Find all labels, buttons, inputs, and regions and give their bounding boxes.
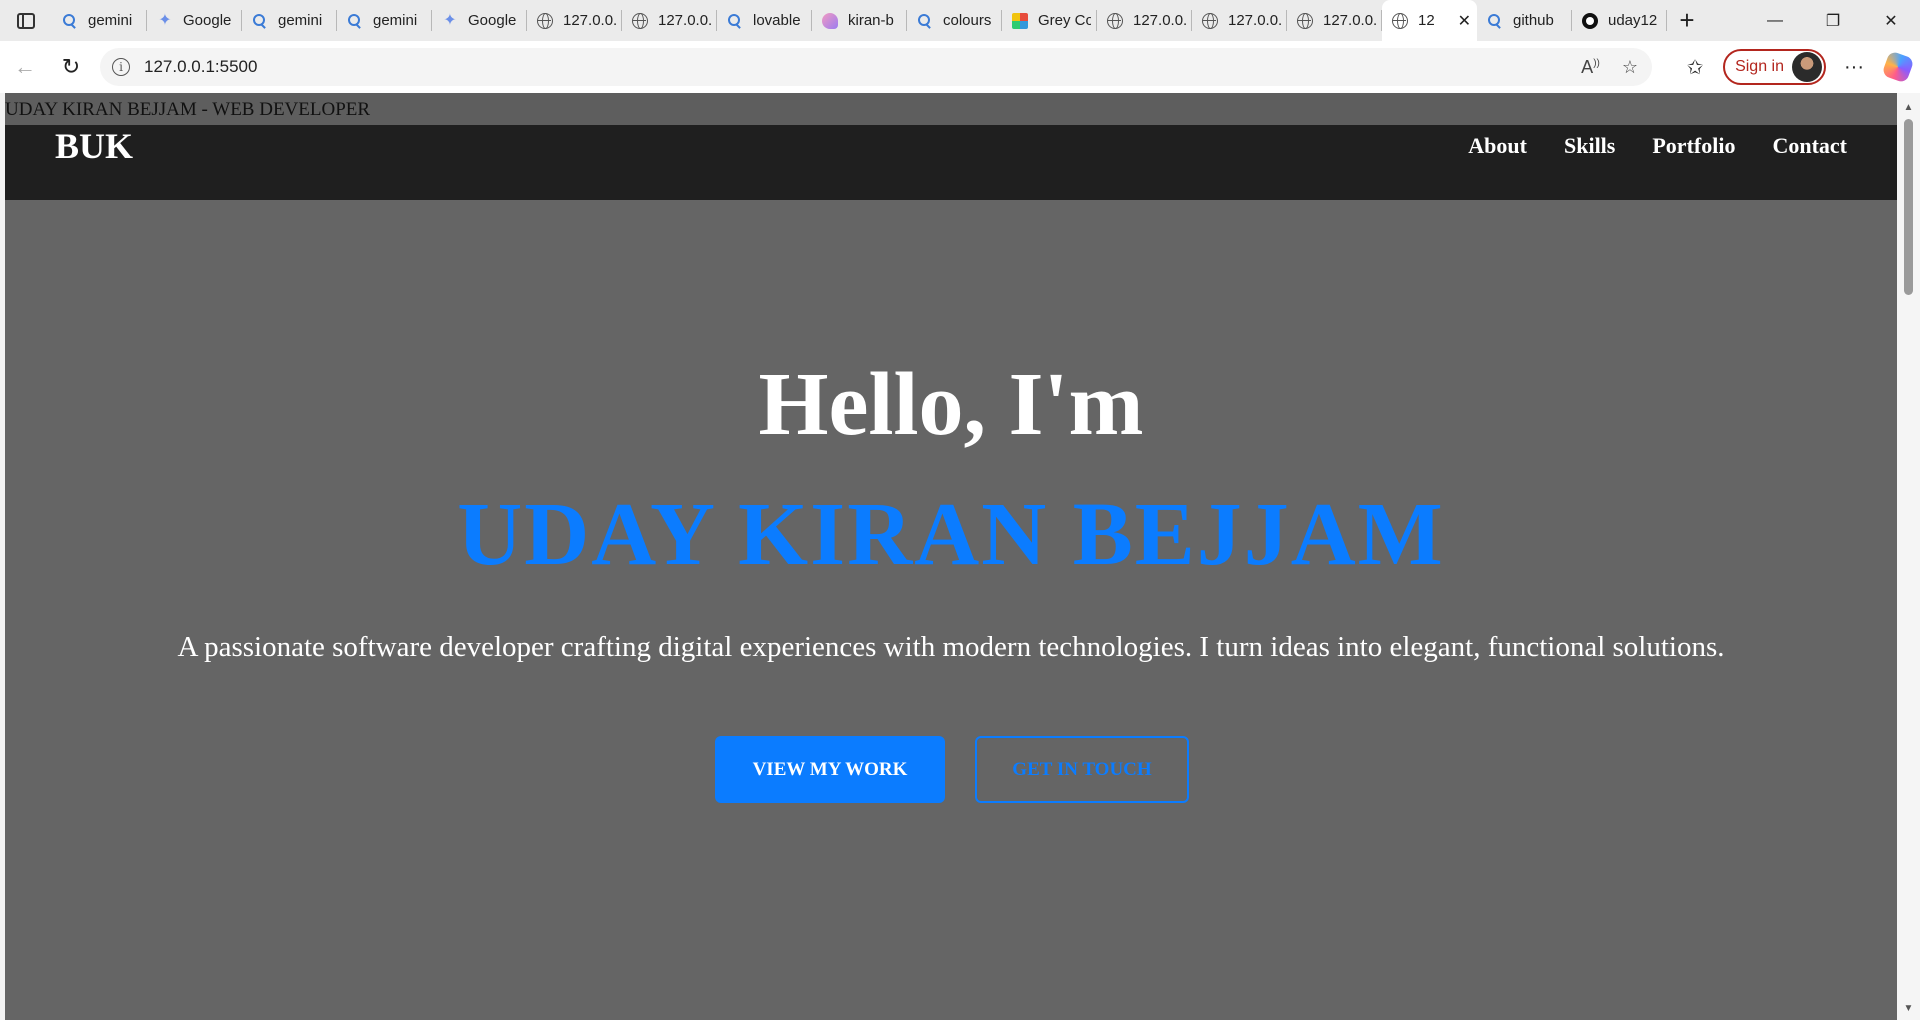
hero-actions: VIEW MY WORK GET IN TOUCH: [715, 736, 1189, 803]
back-arrow-icon: ←: [14, 54, 36, 79]
window-controls: — ❐ ✕: [1746, 0, 1920, 41]
tab-list: gemini ✦ Google gemini gemini ✦ Google 127…: [52, 0, 1667, 41]
search-icon: [347, 13, 363, 29]
github-icon: [1582, 12, 1598, 29]
favorites-button[interactable]: ✩: [1673, 47, 1717, 87]
search-icon: [252, 13, 268, 29]
nav-link-contact[interactable]: Contact: [1772, 133, 1847, 159]
page-title-text: UDAY KIRAN BEJJAM - WEB DEVELOPER: [5, 93, 1897, 125]
tab-actions-icon: [17, 12, 35, 29]
hero-greeting: Hello, I'm: [758, 355, 1144, 454]
browser-tab[interactable]: kiran-b: [812, 0, 907, 41]
minimize-button[interactable]: —: [1746, 0, 1804, 41]
more-menu-button[interactable]: ···: [1832, 47, 1876, 87]
address-bar-actions: A)) ☆: [1581, 48, 1638, 86]
browser-tab-active[interactable]: 12 ✕: [1382, 0, 1477, 41]
page-viewport: UDAY KIRAN BEJJAM - WEB DEVELOPER BUK Ab…: [5, 93, 1897, 1020]
favorite-star-icon[interactable]: ☆: [1622, 57, 1638, 78]
sign-in-label: Sign in: [1735, 58, 1784, 75]
globe-icon: [1202, 12, 1218, 29]
reload-icon: ↻: [61, 54, 81, 79]
browser-tab[interactable]: 127.0.0.: [1097, 0, 1192, 41]
sign-in-button[interactable]: Sign in: [1723, 49, 1826, 85]
toolbar-right: ✩ Sign in ···: [1673, 41, 1920, 93]
window-close-button[interactable]: ✕: [1862, 0, 1920, 41]
browser-tab[interactable]: 127.0.0.: [1287, 0, 1382, 41]
browser-tab[interactable]: 127.0.0.: [622, 0, 717, 41]
browser-tab[interactable]: colours: [907, 0, 1002, 41]
browser-tab[interactable]: ✦ Google: [147, 0, 242, 41]
globe-icon: [1297, 12, 1313, 29]
browser-tab[interactable]: Grey Co: [1002, 0, 1097, 41]
page-scrollbar[interactable]: ▲ ▼: [1897, 93, 1920, 1020]
lovable-icon: [822, 12, 838, 29]
hero-name: UDAY KIRAN BEJJAM: [457, 485, 1445, 584]
site-info-icon[interactable]: i: [112, 58, 130, 76]
copilot-button[interactable]: [1876, 47, 1920, 87]
globe-icon: [1392, 12, 1408, 29]
site-logo[interactable]: BUK: [55, 125, 133, 167]
read-aloud-icon[interactable]: A)): [1581, 57, 1600, 78]
browser-tab[interactable]: 127.0.0.: [527, 0, 622, 41]
search-icon: [917, 13, 933, 29]
browser-tab[interactable]: lovable: [717, 0, 812, 41]
address-bar[interactable]: i 127.0.0.1:5500 A)) ☆: [100, 48, 1652, 86]
globe-icon: [537, 12, 553, 29]
more-dots-icon: ···: [1844, 55, 1864, 78]
copilot-icon: [1881, 50, 1915, 84]
browser-tab[interactable]: gemini: [242, 0, 337, 41]
browser-tab[interactable]: 127.0.0.: [1192, 0, 1287, 41]
browser-tab[interactable]: ✦ Google: [432, 0, 527, 41]
color-grid-icon: [1012, 12, 1028, 29]
tab-actions-button[interactable]: [0, 0, 52, 41]
gemini-spark-icon: ✦: [443, 11, 457, 29]
hero-tagline: A passionate software developer crafting…: [177, 631, 1725, 663]
nav-link-portfolio[interactable]: Portfolio: [1652, 133, 1735, 159]
view-my-work-button[interactable]: VIEW MY WORK: [715, 736, 945, 803]
nav-link-about[interactable]: About: [1468, 133, 1527, 159]
search-icon: [62, 13, 78, 29]
browser-tab[interactable]: github: [1477, 0, 1572, 41]
address-text[interactable]: 127.0.0.1:5500: [144, 57, 257, 77]
site-navbar: BUK About Skills Portfolio Contact: [5, 125, 1897, 200]
browser-tab[interactable]: gemini: [52, 0, 147, 41]
hero-section: Hello, I'm UDAY KIRAN BEJJAM A passionat…: [5, 200, 1897, 1020]
browser-tab[interactable]: gemini: [337, 0, 432, 41]
restore-button[interactable]: ❐: [1804, 0, 1862, 41]
scrollbar-thumb[interactable]: [1904, 119, 1913, 295]
scroll-down-arrow-icon[interactable]: ▼: [1897, 998, 1920, 1018]
search-icon: [727, 13, 743, 29]
browser-toolbar: ← ↻ i 127.0.0.1:5500 A)) ☆ ✩ Sign in ···: [0, 41, 1920, 93]
favorites-icon: ✩: [1686, 56, 1704, 79]
nav-link-skills[interactable]: Skills: [1564, 133, 1615, 159]
globe-icon: [632, 12, 648, 29]
get-in-touch-button[interactable]: GET IN TOUCH: [975, 736, 1189, 803]
close-icon[interactable]: ✕: [1458, 11, 1471, 31]
browser-tab[interactable]: uday12: [1572, 0, 1667, 41]
globe-icon: [1107, 12, 1123, 29]
search-icon: [1487, 13, 1503, 29]
back-button[interactable]: ←: [2, 47, 48, 87]
new-tab-button[interactable]: +: [1667, 0, 1707, 41]
avatar: [1792, 52, 1822, 82]
scroll-up-arrow-icon[interactable]: ▲: [1897, 97, 1920, 117]
site-menu: About Skills Portfolio Contact: [1468, 133, 1847, 159]
gemini-spark-icon: ✦: [158, 11, 172, 29]
browser-tab-strip: gemini ✦ Google gemini gemini ✦ Google 127…: [0, 0, 1920, 41]
reload-button[interactable]: ↻: [48, 47, 94, 87]
